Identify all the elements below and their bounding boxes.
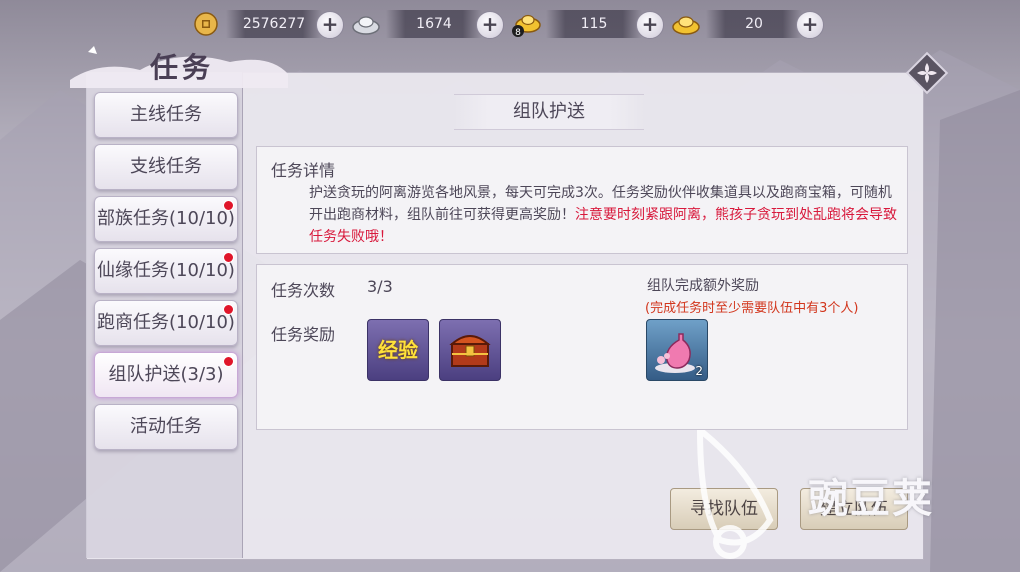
currency-badge: 8 [515, 28, 521, 38]
detail-text: 护送贪玩的阿离游览各地风景，每天可完成3次。任务奖励伙伴收集道具以及跑商宝箱，可… [309, 182, 899, 248]
reward-label: 任务奖励 [271, 325, 336, 344]
reward-chest-item[interactable] [439, 319, 501, 381]
count-label: 任务次数 [271, 281, 336, 300]
reward-exp-item[interactable]: 经验 [367, 319, 429, 381]
currency-value: 1674 [386, 10, 482, 38]
extra-reward-note: (完成任务时至少需要队伍中有3个人) [645, 301, 859, 316]
watermark-text: 豌豆荚 [808, 476, 934, 522]
item-count: 2 [695, 364, 703, 378]
sidebar-item-tribe-quest[interactable]: 部族任务(10/10) [94, 196, 238, 242]
extra-reward-vase-item[interactable]: 2 [646, 319, 708, 381]
currency-value: 20 [706, 10, 802, 38]
sidebar-item-label: 仙缘任务(10/10) [97, 260, 235, 281]
notification-dot [223, 200, 234, 211]
sidebar-item-immortal-quest[interactable]: 仙缘任务(10/10) [94, 248, 238, 294]
sidebar-item-label: 组队护送(3/3) [108, 364, 224, 385]
detail-label: 任务详情 [271, 161, 336, 180]
sidebar-item-label: 部族任务(10/10) [97, 208, 235, 229]
silver-ingot-icon [352, 16, 380, 35]
currency-bar: 2576277 + 1674 + 8 115 + 20 + [190, 8, 830, 40]
title-ribbon: 任务 [60, 40, 290, 88]
currency-value: 2576277 [226, 10, 322, 38]
add-currency-button[interactable]: + [476, 11, 504, 39]
copper-coin-icon [194, 12, 218, 36]
currency-value: 115 [546, 10, 642, 38]
watermark-logo-icon [696, 430, 774, 559]
close-icon[interactable] [904, 50, 950, 96]
quest-detail-box: 任务详情 护送贪玩的阿离游览各地风景，每天可完成3次。任务奖励伙伴收集道具以及跑… [256, 146, 908, 254]
sidebar-item-main-quest[interactable]: 主线任务 [94, 92, 238, 138]
notification-dot [223, 252, 234, 263]
quest-reward-box: 任务次数 3/3 任务奖励 组队完成额外奖励 (完成任务时至少需要队伍中有3个人… [256, 264, 908, 430]
sidebar-item-label: 活动任务 [130, 416, 202, 437]
extra-reward-label: 组队完成额外奖励 [647, 278, 759, 294]
sidebar-item-label: 支线任务 [130, 156, 202, 177]
sidebar-item-merchant-quest[interactable]: 跑商任务(10/10) [94, 300, 238, 346]
notification-dot [223, 304, 234, 315]
exp-icon: 经验 [378, 338, 418, 362]
treasure-chest-icon [449, 335, 491, 367]
sidebar-item-label: 跑商任务(10/10) [97, 312, 235, 333]
add-currency-button[interactable]: + [796, 11, 824, 39]
gold-ingot-badge-icon: 8 [512, 14, 541, 38]
add-currency-button[interactable]: + [316, 11, 344, 39]
add-currency-button[interactable]: + [636, 11, 664, 39]
gold-ingot-icon [672, 16, 700, 35]
sidebar-item-label: 主线任务 [130, 104, 202, 125]
sidebar-item-team-escort[interactable]: 组队护送(3/3) [94, 352, 238, 398]
sidebar-item-event-quest[interactable]: 活动任务 [94, 404, 238, 450]
page-title: 任务 [150, 51, 215, 84]
section-title: 组队护送 [454, 94, 644, 130]
sidebar-item-side-quest[interactable]: 支线任务 [94, 144, 238, 190]
notification-dot [223, 356, 234, 367]
count-value: 3/3 [367, 277, 393, 296]
